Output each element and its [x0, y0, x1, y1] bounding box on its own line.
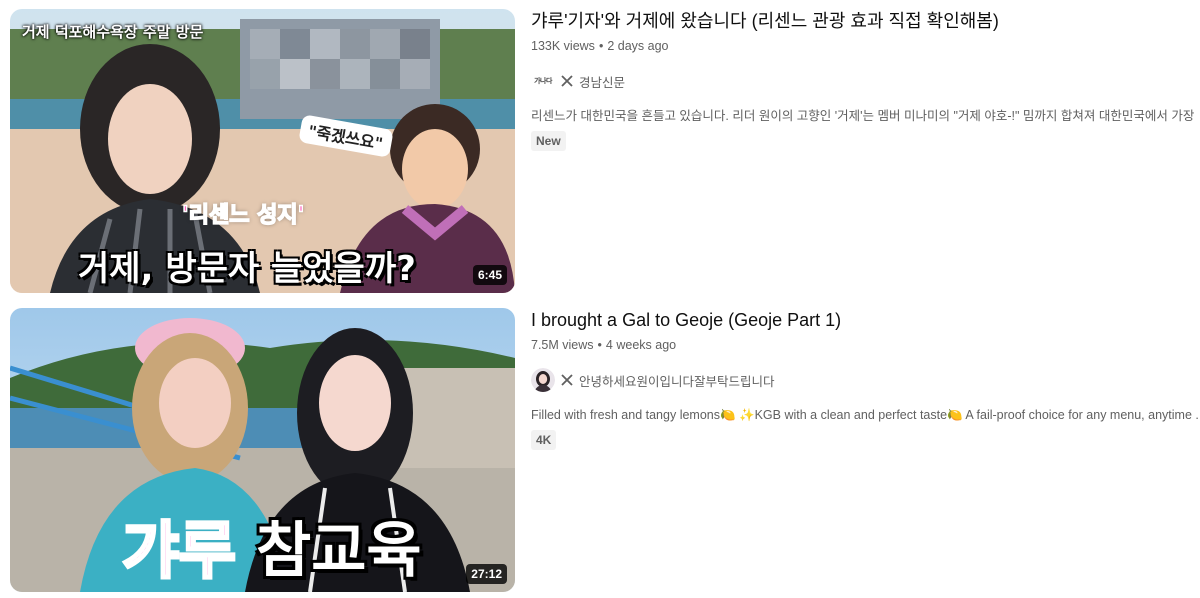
video-description-snippet: 리센느가 대한민국을 흔들고 있습니다. 리더 원이의 고향인 '거제'는 멤버… — [531, 109, 1199, 123]
video-badge-4k: 4K — [531, 430, 557, 450]
channel-name[interactable]: 안녕하세요원이입니다잘부탁드립니다 — [579, 371, 775, 390]
video-title-link[interactable]: I brought a Gal to Geoje (Geoje Part 1) — [531, 308, 1199, 332]
thumbnail-caption-pink: 갸루 — [120, 513, 237, 589]
video-duration-badge: 6:45 — [472, 265, 507, 285]
search-results: 거제 덕포해수욕장 주말 방문 "죽겠쓰요" '리센느 성지' 거제, 방문자 … — [0, 0, 1200, 598]
thumbnail-caption-top: 거제 덕포해수욕장 주말 방문 — [22, 23, 204, 41]
video-description-snippet: Filled with fresh and tangy lemons🍋 ✨KGB… — [531, 408, 1199, 422]
thumbnail-caption-badge: '리센느 성지' — [181, 202, 305, 229]
video-badge-new: New — [531, 131, 566, 151]
view-count: 7.5M views — [531, 338, 594, 352]
meta-separator: • — [597, 338, 602, 352]
video-info-1: 갸루'기자'와 거제에 왔습니다 (리센느 관광 효과 직접 확인해봄) 133… — [531, 9, 1199, 151]
upload-age: 2 days ago — [607, 39, 669, 53]
view-count: 133K views — [531, 39, 595, 53]
channel-avatar[interactable]: 가나다 — [531, 69, 555, 93]
video-thumbnail-2[interactable]: 갸루 참교육 27:12 — [10, 308, 515, 592]
channel-link[interactable]: 가나다 경남신문 — [531, 69, 1199, 93]
avatar-image — [531, 368, 555, 392]
video-thumbnail-1[interactable]: 거제 덕포해수욕장 주말 방문 "죽겠쓰요" '리센느 성지' 거제, 방문자 … — [10, 9, 515, 293]
video-info-2: I brought a Gal to Geoje (Geoje Part 1) … — [531, 308, 1199, 450]
close-x-icon — [561, 75, 573, 87]
video-metadata: 133K views • 2 days ago — [531, 37, 1199, 55]
channel-name[interactable]: 경남신문 — [579, 72, 625, 91]
video-result-2: 갸루 참교육 27:12 I brought a Gal to Geoje (G… — [10, 308, 1200, 592]
thumbnail-caption-white: 참교육 — [256, 516, 422, 586]
channel-link[interactable]: 안녕하세요원이입니다잘부탁드립니다 — [531, 368, 1199, 392]
close-x-icon — [561, 374, 573, 386]
thumbnail-caption-main: 거제, 방문자 늘었을까? — [78, 249, 416, 289]
meta-separator: • — [598, 39, 604, 53]
channel-avatar[interactable] — [531, 368, 555, 392]
video-result-1: 거제 덕포해수욕장 주말 방문 "죽겠쓰요" '리센느 성지' 거제, 방문자 … — [10, 9, 1200, 293]
video-duration-badge: 27:12 — [466, 564, 507, 584]
upload-age: 4 weeks ago — [605, 338, 677, 352]
video-title-link[interactable]: 갸루'기자'와 거제에 왔습니다 (리센느 관광 효과 직접 확인해봄) — [531, 9, 1199, 33]
video-metadata: 7.5M views • 4 weeks ago — [531, 336, 1199, 354]
